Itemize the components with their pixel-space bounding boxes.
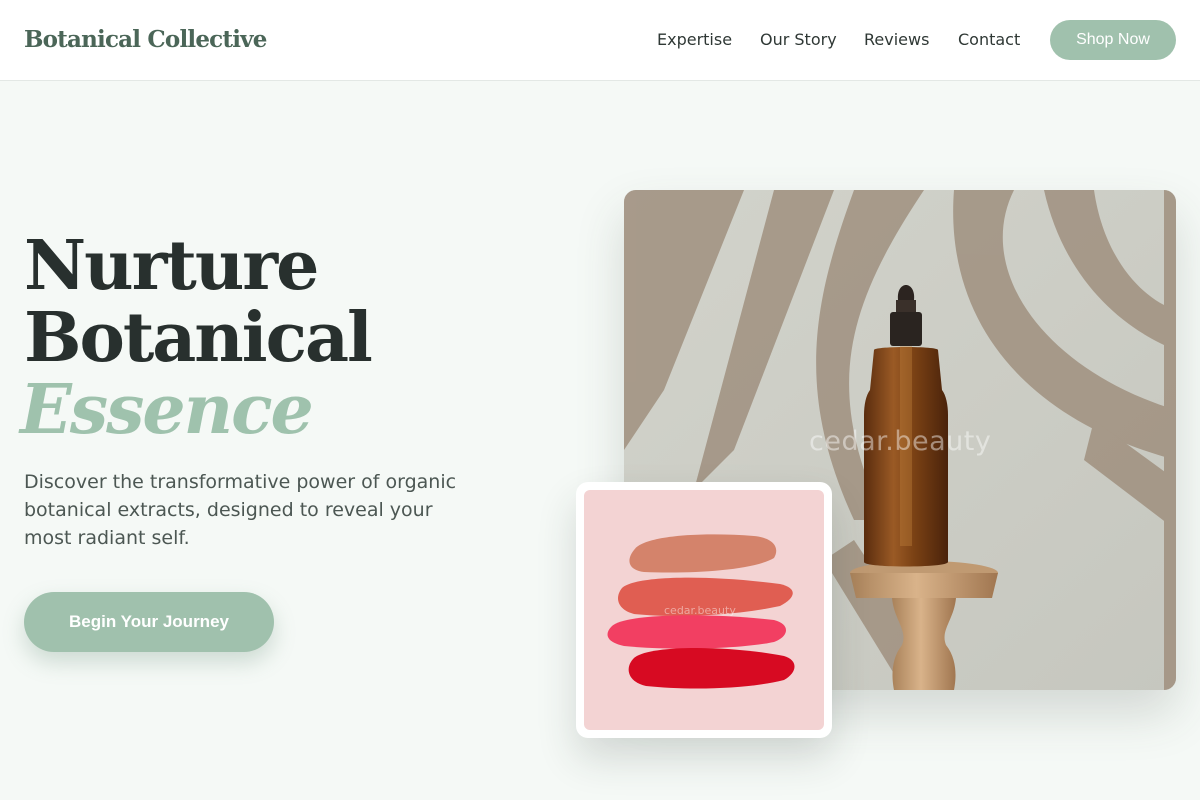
product-image-lip-swatches: cedar.beauty	[576, 482, 832, 738]
begin-journey-button[interactable]: Begin Your Journey	[24, 592, 274, 652]
nav-link-contact[interactable]: Contact	[958, 30, 1020, 50]
nav-link-expertise[interactable]: Expertise	[657, 30, 732, 50]
hero-title-line-2: Botanical	[24, 298, 373, 378]
nav-link-reviews[interactable]: Reviews	[864, 30, 929, 50]
shop-now-button[interactable]: Shop Now	[1050, 20, 1176, 60]
site-header: Botanical Collective Expertise Our Story…	[0, 0, 1200, 81]
hero-title-accent: Essence	[20, 370, 314, 450]
main-image-watermark: cedar.beauty	[809, 426, 992, 457]
swatch-image-inner: cedar.beauty	[584, 490, 824, 730]
hero-subtitle: Discover the transformative power of org…	[24, 471, 457, 549]
hero-title: Nurture Botanical Essence	[20, 226, 524, 446]
swatch-image-watermark: cedar.beauty	[664, 604, 736, 617]
brand-logo[interactable]: Botanical Collective	[24, 24, 267, 56]
nav-link-our-story[interactable]: Our Story	[760, 30, 837, 50]
hero-title-line-1: Nurture	[24, 226, 319, 306]
